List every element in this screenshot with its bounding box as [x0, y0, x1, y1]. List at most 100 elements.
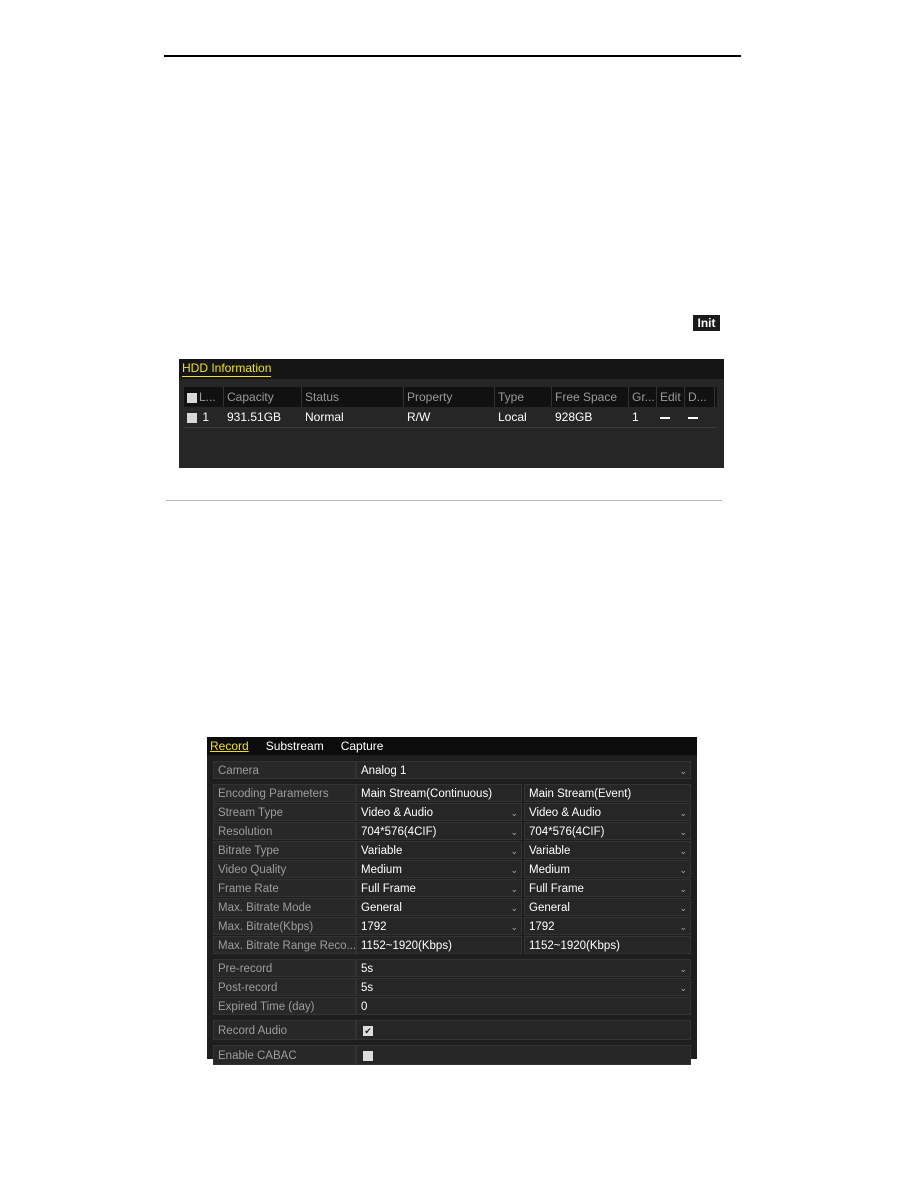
param-label: Resolution	[213, 822, 356, 840]
col-group[interactable]: Gr...	[629, 387, 657, 407]
encoding-label: Encoding Parameters	[213, 784, 356, 802]
chevron-down-icon: ⌄	[679, 827, 687, 837]
param-label: Frame Rate	[213, 879, 356, 897]
col-capacity[interactable]: Capacity	[224, 387, 302, 407]
camera-label: Camera	[213, 761, 356, 779]
hdd-property: R/W	[407, 410, 431, 424]
param-select-continuous[interactable]: 1792 ⌄	[356, 917, 522, 935]
chevron-down-icon: ⌄	[679, 964, 687, 974]
hdd-type: Local	[498, 410, 527, 424]
hdd-table-header: L... Capacity Status Property Type Free …	[184, 387, 717, 407]
chevron-down-icon: ⌄	[510, 827, 518, 837]
enable-cabac-checkbox[interactable]	[363, 1050, 373, 1061]
chevron-down-icon: ⌄	[679, 808, 687, 818]
param-row: Bitrate Type Variable ⌄ Variable ⌄	[213, 841, 691, 859]
expired-time-label: Expired Time (day)	[213, 997, 356, 1015]
chevron-down-icon: ⌄	[510, 903, 518, 913]
bitrate-range-row: Max. Bitrate Range Reco... 1152~1920(Kbp…	[213, 936, 691, 954]
section-divider	[166, 500, 722, 501]
encoding-continuous: Main Stream(Continuous)	[356, 784, 522, 802]
hdd-status: Normal	[305, 410, 344, 424]
chevron-down-icon: ⌄	[510, 922, 518, 932]
param-label: Bitrate Type	[213, 841, 356, 859]
init-button[interactable]: Init	[693, 315, 720, 331]
param-select-continuous[interactable]: Variable ⌄	[356, 841, 522, 859]
param-select-event[interactable]: Variable ⌄	[524, 841, 691, 859]
param-select-event[interactable]: Full Frame ⌄	[524, 879, 691, 897]
param-select-continuous[interactable]: Video & Audio ⌄	[356, 803, 522, 821]
chevron-down-icon: ⌄	[679, 846, 687, 856]
col-label[interactable]: L...	[184, 387, 224, 407]
hdd-label: 1	[202, 410, 210, 424]
col-status[interactable]: Status	[302, 387, 404, 407]
camera-row: Camera Analog 1 ⌄	[213, 761, 691, 779]
post-record-select[interactable]: 5s ⌄	[356, 978, 691, 996]
param-row: Max. Bitrate Mode General ⌄ General ⌄	[213, 898, 691, 916]
param-select-event[interactable]: 704*576(4CIF) ⌄	[524, 822, 691, 840]
param-select-continuous[interactable]: 704*576(4CIF) ⌄	[356, 822, 522, 840]
param-label: Max. Bitrate(Kbps)	[213, 917, 356, 935]
param-row: Frame Rate Full Frame ⌄ Full Frame ⌄	[213, 879, 691, 897]
hdd-group: 1	[632, 410, 639, 424]
col-property[interactable]: Property	[404, 387, 495, 407]
tab-capture[interactable]: Capture	[341, 737, 384, 755]
col-type[interactable]: Type	[495, 387, 552, 407]
edit-button[interactable]	[657, 410, 685, 424]
col-free-space[interactable]: Free Space	[552, 387, 629, 407]
hdd-table: L... Capacity Status Property Type Free …	[184, 387, 717, 428]
param-select-event[interactable]: Medium ⌄	[524, 860, 691, 878]
camera-select[interactable]: Analog 1 ⌄	[356, 761, 691, 779]
expired-time-input[interactable]: 0	[356, 997, 691, 1015]
pre-record-select[interactable]: 5s ⌄	[356, 959, 691, 977]
bitrate-range-label: Max. Bitrate Range Reco...	[213, 936, 356, 954]
enable-cabac-row: Enable CABAC	[213, 1045, 691, 1065]
hdd-panel-header: HDD Information	[179, 359, 724, 379]
tab-bar: Record Substream Capture	[207, 737, 697, 755]
tab-substream[interactable]: Substream	[266, 737, 324, 755]
param-select-continuous[interactable]: Full Frame ⌄	[356, 879, 522, 897]
hdd-information-panel: HDD Information L... Capacity Status Pro…	[179, 359, 724, 468]
select-all-checkbox[interactable]	[187, 392, 197, 403]
hdd-capacity: 931.51GB	[227, 410, 282, 424]
chevron-down-icon: ⌄	[679, 903, 687, 913]
param-label: Max. Bitrate Mode	[213, 898, 356, 916]
chevron-down-icon: ⌄	[679, 865, 687, 875]
pre-record-row: Pre-record 5s ⌄	[213, 959, 691, 977]
post-record-label: Post-record	[213, 978, 356, 996]
col-edit[interactable]: Edit	[657, 387, 685, 407]
param-select-event[interactable]: Video & Audio ⌄	[524, 803, 691, 821]
expired-time-row: Expired Time (day) 0	[213, 997, 691, 1015]
pre-record-label: Pre-record	[213, 959, 356, 977]
chevron-down-icon: ⌄	[510, 865, 518, 875]
param-row: Video Quality Medium ⌄ Medium ⌄	[213, 860, 691, 878]
chevron-down-icon: ⌄	[679, 766, 687, 776]
record-settings-panel: Record Substream Capture Camera Analog 1…	[207, 737, 697, 1065]
header-rule	[164, 55, 741, 57]
chevron-down-icon: ⌄	[510, 884, 518, 894]
enable-cabac-label: Enable CABAC	[213, 1045, 356, 1065]
param-select-event[interactable]: 1792 ⌄	[524, 917, 691, 935]
hdd-table-row[interactable]: 1 931.51GB Normal R/W Local 928GB 1	[184, 407, 717, 428]
param-row: Stream Type Video & Audio ⌄ Video & Audio ⌄	[213, 803, 691, 821]
post-record-row: Post-record 5s ⌄	[213, 978, 691, 996]
chevron-down-icon: ⌄	[679, 983, 687, 993]
chevron-down-icon: ⌄	[679, 884, 687, 894]
chevron-down-icon: ⌄	[510, 808, 518, 818]
delete-icon	[688, 416, 698, 419]
param-select-continuous[interactable]: Medium ⌄	[356, 860, 522, 878]
param-row: Resolution 704*576(4CIF) ⌄ 704*576(4CIF) ⌄	[213, 822, 691, 840]
encoding-event: Main Stream(Event)	[524, 784, 691, 802]
row-checkbox[interactable]	[187, 412, 197, 423]
hdd-free-space: 928GB	[555, 410, 593, 424]
record-audio-row: Record Audio ✔	[213, 1020, 691, 1040]
encoding-row: Encoding Parameters Main Stream(Continuo…	[213, 784, 691, 802]
tab-record[interactable]: Record	[210, 737, 249, 755]
bitrate-range-continuous: 1152~1920(Kbps)	[356, 936, 522, 954]
col-delete[interactable]: D...	[685, 387, 715, 407]
hdd-title[interactable]: HDD Information	[182, 362, 272, 377]
delete-button[interactable]	[685, 410, 715, 424]
record-audio-checkbox[interactable]: ✔	[363, 1025, 373, 1036]
param-select-event[interactable]: General ⌄	[524, 898, 691, 916]
param-select-continuous[interactable]: General ⌄	[356, 898, 522, 916]
param-label: Video Quality	[213, 860, 356, 878]
